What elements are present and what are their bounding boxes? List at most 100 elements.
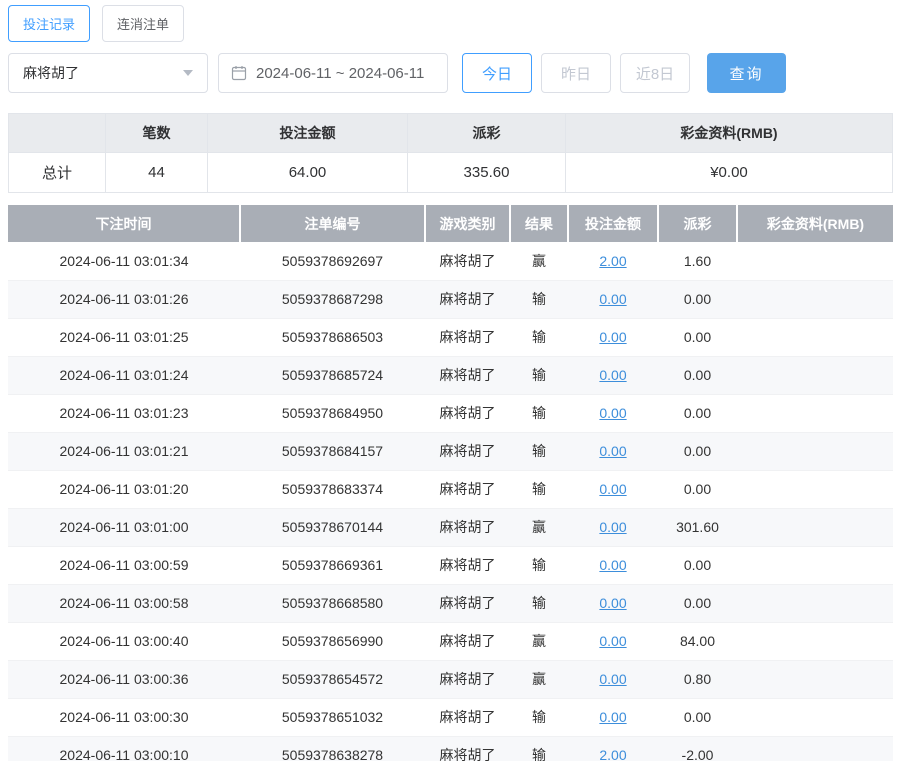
bet-amount-link[interactable]: 0.00 [599, 367, 626, 383]
calendar-icon [231, 65, 247, 81]
game-type-cell: 麻将胡了 [425, 318, 510, 357]
search-button[interactable]: 查询 [707, 53, 786, 93]
game-select[interactable]: 麻将胡了 [8, 53, 208, 93]
bet-id-cell: 5059378687298 [240, 280, 425, 319]
summary-header-blank [8, 113, 106, 153]
bet-id-cell: 5059378670144 [240, 508, 425, 547]
bet-amount-link[interactable]: 0.00 [599, 329, 626, 345]
bet-time-cell: 2024-06-11 03:00:58 [8, 584, 240, 623]
bet-time-cell: 2024-06-11 03:01:23 [8, 394, 240, 433]
table-row: 2024-06-11 03:00:59 5059378669361 麻将胡了 输… [8, 546, 893, 585]
table-header-row: 下注时间 注单编号 游戏类别 结果 投注金额 派彩 彩金资料(RMB) [8, 205, 893, 242]
game-select-value: 麻将胡了 [23, 65, 79, 81]
bet-time-cell: 2024-06-11 03:01:21 [8, 432, 240, 471]
bet-amount-link[interactable]: 2.00 [599, 747, 626, 761]
betting-records-page: 投注记录 连消注单 麻将胡了 2024-06-11 ~ 2024-06-11 今… [0, 0, 901, 761]
jackpot-cell [737, 698, 893, 737]
jackpot-cell [737, 318, 893, 357]
header-bet-id: 注单编号 [240, 205, 426, 242]
bet-amount-link[interactable]: 0.00 [599, 671, 626, 687]
summary-total-bet-amount: 64.00 [207, 152, 408, 193]
summary-total-payout: 335.60 [407, 152, 566, 193]
header-result: 结果 [510, 205, 569, 242]
tab-betting-records[interactable]: 投注记录 [8, 5, 91, 42]
bet-time-cell: 2024-06-11 03:00:10 [8, 736, 240, 761]
game-type-cell: 麻将胡了 [425, 356, 510, 395]
bet-amount-link[interactable]: 0.00 [599, 633, 626, 649]
bet-amount-link[interactable]: 0.00 [599, 557, 626, 573]
summary-total-row: 总计 44 64.00 335.60 ¥0.00 [8, 152, 893, 193]
payout-cell: 301.60 [658, 508, 737, 547]
last-8-days-button[interactable]: 近8日 [620, 53, 690, 93]
bet-time-cell: 2024-06-11 03:01:26 [8, 280, 240, 319]
bet-time-cell: 2024-06-11 03:00:36 [8, 660, 240, 699]
result-cell: 赢 [510, 660, 568, 699]
table-row: 2024-06-11 03:01:26 5059378687298 麻将胡了 输… [8, 280, 893, 319]
result-cell: 输 [510, 356, 568, 395]
table-row: 2024-06-11 03:00:30 5059378651032 麻将胡了 输… [8, 698, 893, 737]
summary-total-jackpot: ¥0.00 [565, 152, 893, 193]
bet-amount-link[interactable]: 0.00 [599, 595, 626, 611]
jackpot-cell [737, 470, 893, 509]
payout-cell: 0.80 [658, 660, 737, 699]
table-row: 2024-06-11 03:01:21 5059378684157 麻将胡了 输… [8, 432, 893, 471]
bet-time-cell: 2024-06-11 03:01:24 [8, 356, 240, 395]
quick-date-buttons: 今日 昨日 近8日 [462, 53, 690, 93]
jackpot-cell [737, 242, 893, 281]
bet-id-cell: 5059378669361 [240, 546, 425, 585]
bet-amount-link[interactable]: 0.00 [599, 481, 626, 497]
bet-time-cell: 2024-06-11 03:00:30 [8, 698, 240, 737]
bet-id-cell: 5059378692697 [240, 242, 425, 281]
tab-cancelled-orders[interactable]: 连消注单 [102, 5, 185, 42]
bet-amount-link[interactable]: 2.00 [599, 253, 626, 269]
header-bet-time: 下注时间 [8, 205, 241, 242]
date-range-input[interactable]: 2024-06-11 ~ 2024-06-11 [218, 53, 448, 93]
bet-amount-cell: 0.00 [568, 698, 658, 737]
bet-amount-link[interactable]: 0.00 [599, 443, 626, 459]
bet-time-cell: 2024-06-11 03:01:20 [8, 470, 240, 509]
bet-amount-cell: 0.00 [568, 280, 658, 319]
header-game-type: 游戏类别 [425, 205, 511, 242]
bet-amount-cell: 2.00 [568, 242, 658, 281]
result-cell: 输 [510, 432, 568, 471]
table-row: 2024-06-11 03:01:25 5059378686503 麻将胡了 输… [8, 318, 893, 357]
bet-amount-link[interactable]: 0.00 [599, 709, 626, 725]
payout-cell: 0.00 [658, 432, 737, 471]
bet-time-cell: 2024-06-11 03:01:25 [8, 318, 240, 357]
bet-amount-cell: 0.00 [568, 622, 658, 661]
jackpot-cell [737, 356, 893, 395]
game-type-cell: 麻将胡了 [425, 470, 510, 509]
game-type-cell: 麻将胡了 [425, 622, 510, 661]
today-button[interactable]: 今日 [462, 53, 532, 93]
chevron-down-icon [183, 70, 193, 76]
bet-id-cell: 5059378656990 [240, 622, 425, 661]
payout-cell: 0.00 [658, 546, 737, 585]
payout-cell: 0.00 [658, 584, 737, 623]
jackpot-cell [737, 584, 893, 623]
summary-header-jackpot: 彩金资料(RMB) [565, 113, 893, 153]
bet-amount-link[interactable]: 0.00 [599, 405, 626, 421]
game-type-cell: 麻将胡了 [425, 242, 510, 281]
summary-table: 笔数 投注金额 派彩 彩金资料(RMB) 总计 44 64.00 335.60 … [8, 113, 893, 193]
bet-id-cell: 5059378651032 [240, 698, 425, 737]
bet-records-table: 下注时间 注单编号 游戏类别 结果 投注金额 派彩 彩金资料(RMB) 2024… [8, 205, 893, 761]
payout-cell: 0.00 [658, 698, 737, 737]
jackpot-cell [737, 736, 893, 761]
payout-cell: 1.60 [658, 242, 737, 281]
yesterday-button[interactable]: 昨日 [541, 53, 611, 93]
jackpot-cell [737, 660, 893, 699]
bet-amount-link[interactable]: 0.00 [599, 291, 626, 307]
game-type-cell: 麻将胡了 [425, 546, 510, 585]
bet-table-body: 2024-06-11 03:01:34 5059378692697 麻将胡了 赢… [8, 242, 893, 761]
jackpot-cell [737, 394, 893, 433]
table-row: 2024-06-11 03:01:23 5059378684950 麻将胡了 输… [8, 394, 893, 433]
table-row: 2024-06-11 03:00:58 5059378668580 麻将胡了 输… [8, 584, 893, 623]
header-jackpot: 彩金资料(RMB) [737, 205, 893, 242]
result-cell: 输 [510, 546, 568, 585]
bet-amount-cell: 0.00 [568, 584, 658, 623]
result-cell: 输 [510, 394, 568, 433]
bet-amount-link[interactable]: 0.00 [599, 519, 626, 535]
top-tabs: 投注记录 连消注单 [8, 5, 893, 42]
jackpot-cell [737, 432, 893, 471]
bet-amount-cell: 0.00 [568, 546, 658, 585]
